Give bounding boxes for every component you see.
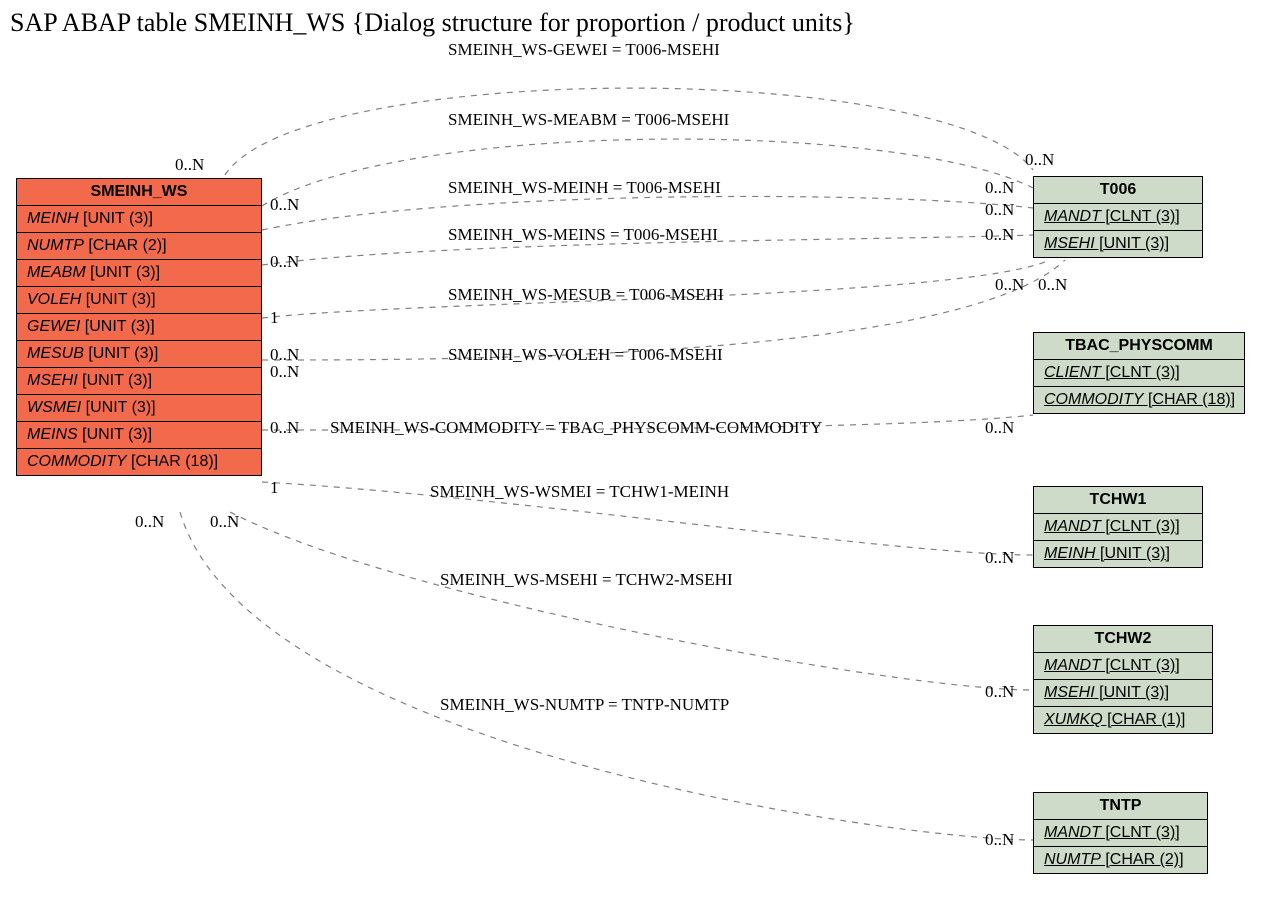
entity-tbac-physcomm: TBAC_PHYSCOMM CLIENT [CLNT (3)] COMMODIT… [1033,332,1245,414]
field-row: COMMODITY [CHAR (18)] [1034,387,1244,413]
field-row: MANDT [CLNT (3)] [1034,514,1202,541]
field-row: MEINH [UNIT (3)] [1034,541,1202,567]
cardinality-label: 1 [270,308,279,328]
entity-tchw2: TCHW2 MANDT [CLNT (3)] MSEHI [UNIT (3)] … [1033,625,1213,734]
cardinality-label: 0..N [270,195,299,215]
field-row: MEINS [UNIT (3)] [17,422,261,449]
field-row: NUMTP [CHAR (2)] [17,233,261,260]
cardinality-label: 0..N [985,225,1014,245]
field-row: MESUB [UNIT (3)] [17,341,261,368]
cardinality-label: 1 [270,478,279,498]
relation-label: SMEINH_WS-MEABM = T006-MSEHI [448,110,729,130]
entity-header: SMEINH_WS [17,179,261,206]
cardinality-label: 0..N [175,155,204,175]
cardinality-label: 0..N [995,275,1024,295]
field-row: VOLEH [UNIT (3)] [17,287,261,314]
diagram-title: SAP ABAP table SMEINH_WS {Dialog structu… [10,8,855,38]
entity-tchw1: TCHW1 MANDT [CLNT (3)] MEINH [UNIT (3)] [1033,486,1203,568]
field-row: MSEHI [UNIT (3)] [17,368,261,395]
entity-header: T006 [1034,177,1202,204]
field-row: MEABM [UNIT (3)] [17,260,261,287]
cardinality-label: 0..N [135,512,164,532]
field-row: MANDT [CLNT (3)] [1034,653,1212,680]
relation-label: SMEINH_WS-GEWEI = T006-MSEHI [448,40,720,60]
cardinality-label: 0..N [270,362,299,382]
cardinality-label: 0..N [985,178,1014,198]
relation-label: SMEINH_WS-MSEHI = TCHW2-MSEHI [440,570,733,590]
relation-label: SMEINH_WS-MEINS = T006-MSEHI [448,225,718,245]
cardinality-label: 0..N [985,682,1014,702]
entity-tntp: TNTP MANDT [CLNT (3)] NUMTP [CHAR (2)] [1033,792,1208,874]
cardinality-label: 0..N [985,830,1014,850]
field-row: WSMEI [UNIT (3)] [17,395,261,422]
field-row: MSEHI [UNIT (3)] [1034,231,1202,257]
field-row: MANDT [CLNT (3)] [1034,204,1202,231]
cardinality-label: 0..N [270,418,299,438]
cardinality-label: 0..N [985,548,1014,568]
cardinality-label: 0..N [1038,275,1067,295]
field-row: MEINH [UNIT (3)] [17,206,261,233]
entity-smeinh-ws: SMEINH_WS MEINH [UNIT (3)] NUMTP [CHAR (… [16,178,262,476]
field-row: XUMKQ [CHAR (1)] [1034,707,1212,733]
relation-label: SMEINH_WS-COMMODITY = TBAC_PHYSCOMM-COMM… [330,418,822,438]
relation-label: SMEINH_WS-MEINH = T006-MSEHI [448,178,721,198]
relation-label: SMEINH_WS-WSMEI = TCHW1-MEINH [430,482,729,502]
field-row: CLIENT [CLNT (3)] [1034,360,1244,387]
entity-header: TCHW1 [1034,487,1202,514]
field-row: GEWEI [UNIT (3)] [17,314,261,341]
cardinality-label: 0..N [210,512,239,532]
field-row: NUMTP [CHAR (2)] [1034,847,1207,873]
cardinality-label: 0..N [985,418,1014,438]
entity-header: TNTP [1034,793,1207,820]
field-row: COMMODITY [CHAR (18)] [17,449,261,475]
relation-label: SMEINH_WS-VOLEH = T006-MSEHI [448,345,723,365]
field-row: MANDT [CLNT (3)] [1034,820,1207,847]
entity-t006: T006 MANDT [CLNT (3)] MSEHI [UNIT (3)] [1033,176,1203,258]
field-row: MSEHI [UNIT (3)] [1034,680,1212,707]
entity-header: TCHW2 [1034,626,1212,653]
cardinality-label: 0..N [985,200,1014,220]
cardinality-label: 0..N [270,252,299,272]
relation-label: SMEINH_WS-MESUB = T006-MSEHI [448,285,724,305]
entity-header: TBAC_PHYSCOMM [1034,333,1244,360]
cardinality-label: 0..N [1025,150,1054,170]
relation-label: SMEINH_WS-NUMTP = TNTP-NUMTP [440,695,729,715]
